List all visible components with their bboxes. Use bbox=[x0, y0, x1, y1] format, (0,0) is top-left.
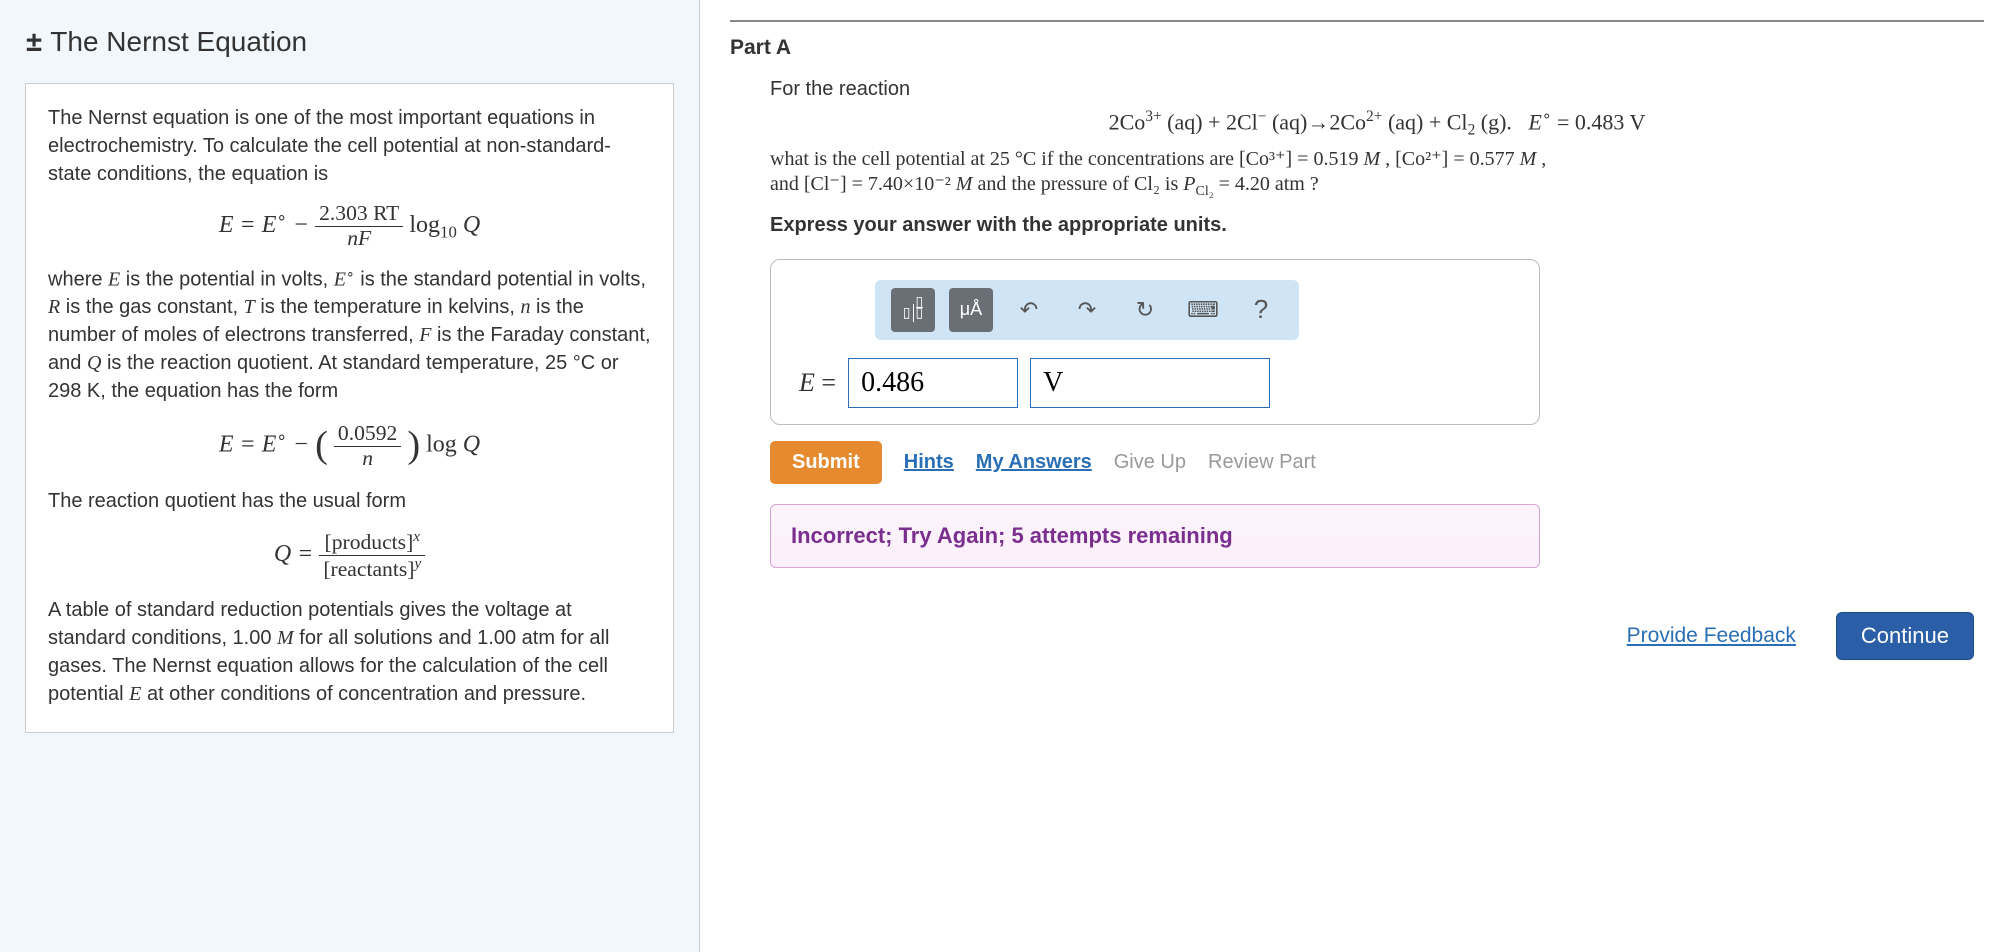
intro-text: The Nernst equation is one of the most i… bbox=[48, 104, 651, 188]
redo-icon[interactable]: ↷ bbox=[1065, 288, 1109, 332]
question-intro: For the reaction bbox=[770, 78, 1984, 101]
answer-box: ▯▯▯ μÅ ↶ ↷ ↻ ⌨ ? E = bbox=[770, 259, 1540, 425]
templates-icon[interactable]: ▯▯▯ bbox=[891, 288, 935, 332]
left-panel: ± The Nernst Equation The Nernst equatio… bbox=[0, 0, 700, 952]
bottom-row: Provide Feedback Continue bbox=[730, 612, 1984, 660]
nernst-equation-25c: E = E∘ − ( 0.0592n ) log Q bbox=[48, 419, 651, 473]
question-line-1: what is the cell potential at 25 °C if t… bbox=[770, 146, 1984, 171]
part-header: Part A bbox=[730, 20, 1984, 60]
action-row: Submit Hints My Answers Give Up Review P… bbox=[770, 441, 1984, 484]
keyboard-icon[interactable]: ⌨ bbox=[1181, 288, 1225, 332]
continue-button[interactable]: Continue bbox=[1836, 612, 1974, 660]
right-panel: Part A For the reaction 2Co3+ (aq) + 2Cl… bbox=[700, 0, 2014, 952]
info-box: The Nernst equation is one of the most i… bbox=[25, 83, 674, 733]
review-part-button[interactable]: Review Part bbox=[1208, 451, 1316, 474]
submit-button[interactable]: Submit bbox=[770, 441, 882, 484]
panel-title[interactable]: ± The Nernst Equation bbox=[25, 25, 674, 58]
hints-link[interactable]: Hints bbox=[904, 451, 954, 474]
my-answers-link[interactable]: My Answers bbox=[976, 451, 1092, 474]
feedback-message: Incorrect; Try Again; 5 attempts remaini… bbox=[770, 504, 1540, 568]
answer-row: E = bbox=[795, 358, 1515, 408]
reaction-quotient-eq: Q = [products]x [reactants]y bbox=[48, 529, 651, 582]
reaction-equation: 2Co3+ (aq) + 2Cl− (aq)→2Co2+ (aq) + Cl2 … bbox=[770, 107, 1984, 140]
provide-feedback-link[interactable]: Provide Feedback bbox=[1627, 624, 1796, 648]
answer-label: E = bbox=[799, 368, 836, 398]
units-icon[interactable]: μÅ bbox=[949, 288, 993, 332]
answer-toolbar: ▯▯▯ μÅ ↶ ↷ ↻ ⌨ ? bbox=[875, 280, 1299, 340]
answer-units-input[interactable] bbox=[1030, 358, 1270, 408]
where-text: where E is the potential in volts, E∘ is… bbox=[48, 265, 651, 406]
closing-text: A table of standard reduction potentials… bbox=[48, 596, 651, 708]
undo-icon[interactable]: ↶ bbox=[1007, 288, 1051, 332]
reset-icon[interactable]: ↻ bbox=[1123, 288, 1167, 332]
rq-intro: The reaction quotient has the usual form bbox=[48, 487, 651, 515]
question-body: For the reaction 2Co3+ (aq) + 2Cl− (aq)→… bbox=[730, 78, 1984, 568]
nernst-equation-full: E = E∘ − 2.303 RTnF log10 Q bbox=[48, 202, 651, 251]
question-line-2: and [Cl⁻] = 7.40×10⁻² M and the pressure… bbox=[770, 171, 1984, 200]
help-icon[interactable]: ? bbox=[1239, 288, 1283, 332]
collapse-icon[interactable]: ± bbox=[25, 25, 43, 58]
give-up-button[interactable]: Give Up bbox=[1114, 451, 1186, 474]
answer-value-input[interactable] bbox=[848, 358, 1018, 408]
answer-instruction: Express your answer with the appropriate… bbox=[770, 214, 1984, 237]
panel-title-text: The Nernst Equation bbox=[50, 26, 307, 57]
